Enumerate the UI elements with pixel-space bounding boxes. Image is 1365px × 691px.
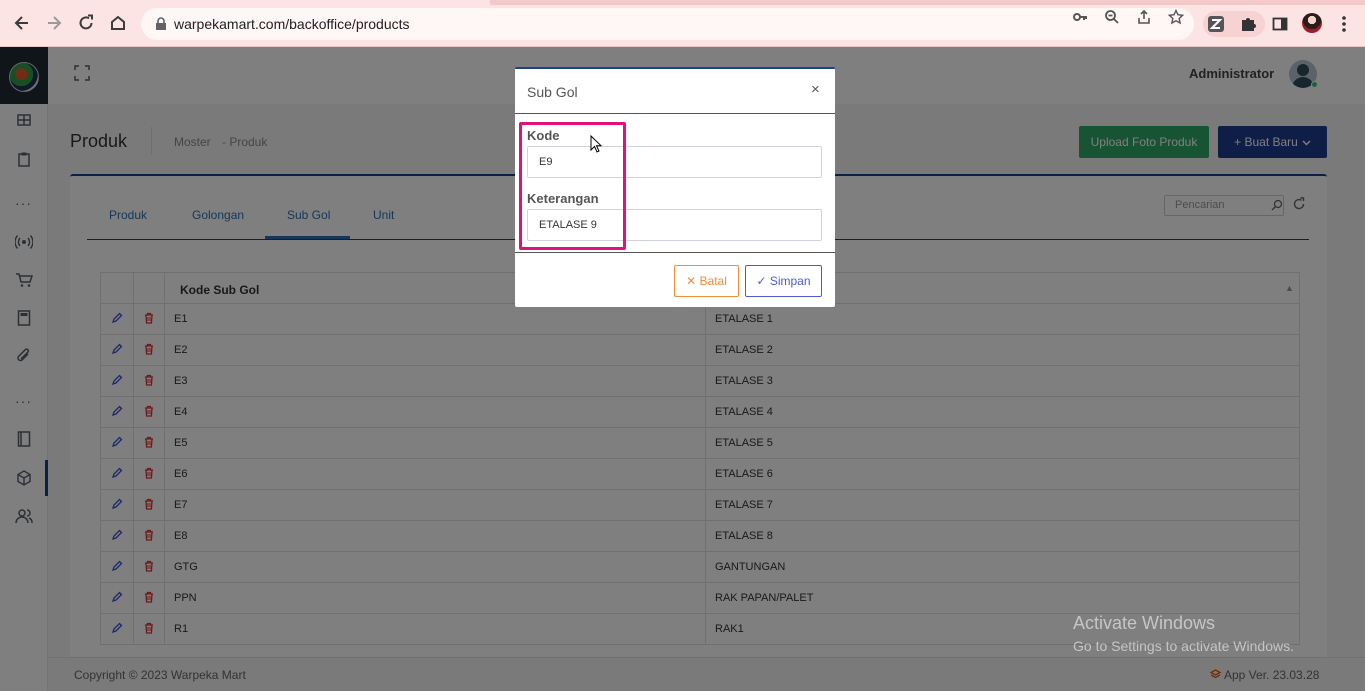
windows-watermark-subtitle: Go to Settings to activate Windows.	[1073, 638, 1294, 654]
back-icon[interactable]	[11, 12, 33, 34]
mouse-cursor-icon	[590, 135, 602, 153]
close-icon[interactable]: ×	[811, 81, 820, 98]
key-icon[interactable]	[1071, 8, 1089, 26]
sub-gol-modal: Sub Gol × Kode Keterangan ✕ Batal ✓ Simp…	[515, 67, 835, 307]
zoom-icon[interactable]	[1103, 8, 1121, 26]
address-bar[interactable]: warpekamart.com/backoffice/products	[141, 8, 1194, 40]
reload-icon[interactable]	[75, 12, 97, 34]
active-tab[interactable]	[0, 0, 490, 5]
extensions-puzzle-icon[interactable]	[1238, 14, 1258, 34]
z-extension-icon[interactable]	[1206, 14, 1226, 34]
modal-title: Sub Gol	[527, 84, 578, 100]
highlight-box	[519, 122, 626, 250]
modal-divider	[515, 113, 835, 114]
browser-menu-icon[interactable]	[1334, 14, 1354, 34]
page: ··· ··· Administrator Produk	[0, 47, 1365, 691]
home-icon[interactable]	[107, 12, 129, 34]
cancel-button[interactable]: ✕ Batal	[674, 265, 739, 297]
share-icon[interactable]	[1135, 8, 1153, 26]
tab-strip	[0, 0, 1365, 5]
side-panel-icon[interactable]	[1270, 14, 1290, 34]
bookmark-star-icon[interactable]	[1167, 8, 1185, 26]
url-text[interactable]: warpekamart.com/backoffice/products	[174, 16, 410, 32]
browser-profile-avatar[interactable]	[1302, 13, 1322, 33]
lock-icon	[156, 17, 166, 30]
browser-chrome: warpekamart.com/backoffice/products	[0, 0, 1365, 47]
modal-footer-divider	[515, 252, 835, 253]
windows-watermark-title: Activate Windows	[1073, 613, 1216, 633]
forward-icon[interactable]	[43, 12, 65, 34]
save-button[interactable]: ✓ Simpan	[745, 265, 822, 297]
